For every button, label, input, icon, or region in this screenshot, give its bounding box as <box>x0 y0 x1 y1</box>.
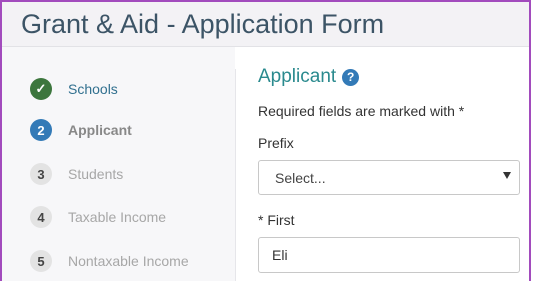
page-header: Grant & Aid - Application Form <box>2 2 529 47</box>
step-label: Applicant <box>68 122 132 138</box>
step-number-badge: 3 <box>30 163 52 185</box>
prefix-select-value: Select... <box>275 170 326 186</box>
dropdown-arrow-icon <box>503 172 511 179</box>
step-label: Students <box>68 166 124 182</box>
step-number-badge: 2 <box>30 119 52 141</box>
section-title-text: Applicant <box>258 66 337 87</box>
required-fields-note: Required fields are marked with * <box>258 103 465 119</box>
step-label: Nontaxable Income <box>68 253 189 269</box>
sidebar-divider <box>235 69 236 281</box>
page-title: Grant & Aid - Application Form <box>21 9 385 39</box>
step-number-badge: 5 <box>30 250 52 272</box>
step-number-badge: 4 <box>30 206 52 228</box>
step-label: Taxable Income <box>68 209 167 225</box>
step-taxable-income[interactable]: 4 Taxable Income <box>30 205 166 229</box>
section-title: Applicant ? <box>258 66 360 88</box>
step-label: Schools <box>68 81 118 97</box>
prefix-label: Prefix <box>258 135 294 151</box>
step-students[interactable]: 3 Students <box>30 162 123 186</box>
help-icon[interactable]: ? <box>342 68 360 86</box>
first-name-input[interactable] <box>258 237 520 273</box>
first-name-label: * First <box>258 212 295 228</box>
check-icon: ✓ <box>30 78 52 100</box>
prefix-select[interactable]: Select... <box>258 160 520 195</box>
step-nontaxable-income[interactable]: 5 Nontaxable Income <box>30 249 189 273</box>
step-applicant[interactable]: 2 Applicant <box>30 118 132 142</box>
step-schools[interactable]: ✓ Schools <box>30 77 118 101</box>
